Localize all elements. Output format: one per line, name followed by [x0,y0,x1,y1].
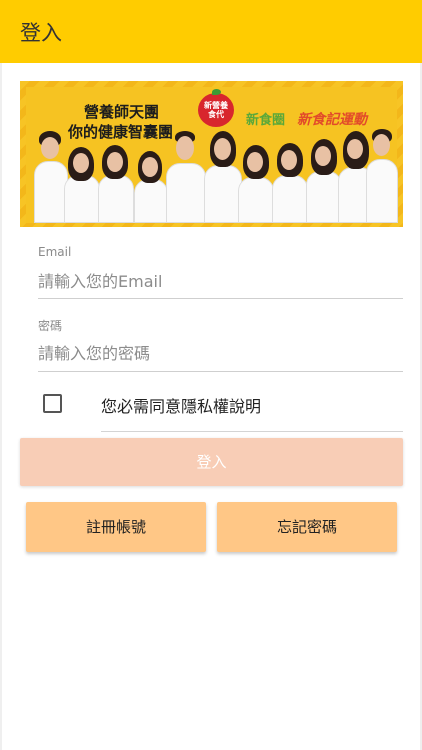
person [306,139,342,223]
privacy-consent-text[interactable]: 您必需同意隱私權說明 [101,393,261,417]
privacy-underline [101,431,403,432]
person [134,151,168,223]
password-underline [38,371,403,372]
register-button[interactable]: 註冊帳號 [26,502,206,552]
email-underline [38,298,403,299]
page-title: 登入 [20,21,62,45]
privacy-checkbox[interactable] [43,394,62,413]
password-label: 密碼 [38,319,63,333]
person [98,145,134,223]
person [34,131,68,223]
person [272,143,308,223]
password-field[interactable] [38,337,403,369]
person [204,131,242,223]
apple-leaf-icon [212,89,221,95]
email-field[interactable] [38,265,403,297]
person [238,145,274,223]
apple-logo: 新營養 食代 [198,89,234,127]
person [166,131,206,223]
banner-headline-1: 營養師天團 [84,103,160,121]
banner-panel: 營養師天團 你的健康智囊團 新營養 食代 新食圈 新食記運動 [26,87,398,223]
apple-logo-text: 新營養 食代 [204,101,228,119]
login-button[interactable]: 登入 [20,438,403,486]
left-edge [0,63,2,750]
email-label: Email [38,245,72,259]
person [366,129,398,223]
person [64,147,100,223]
app-bar: 登入 [0,0,422,63]
dietitian-team-image [26,123,398,223]
forgot-password-button[interactable]: 忘記密碼 [217,502,397,552]
promo-banner: 營養師天團 你的健康智囊團 新營養 食代 新食圈 新食記運動 [20,81,403,227]
